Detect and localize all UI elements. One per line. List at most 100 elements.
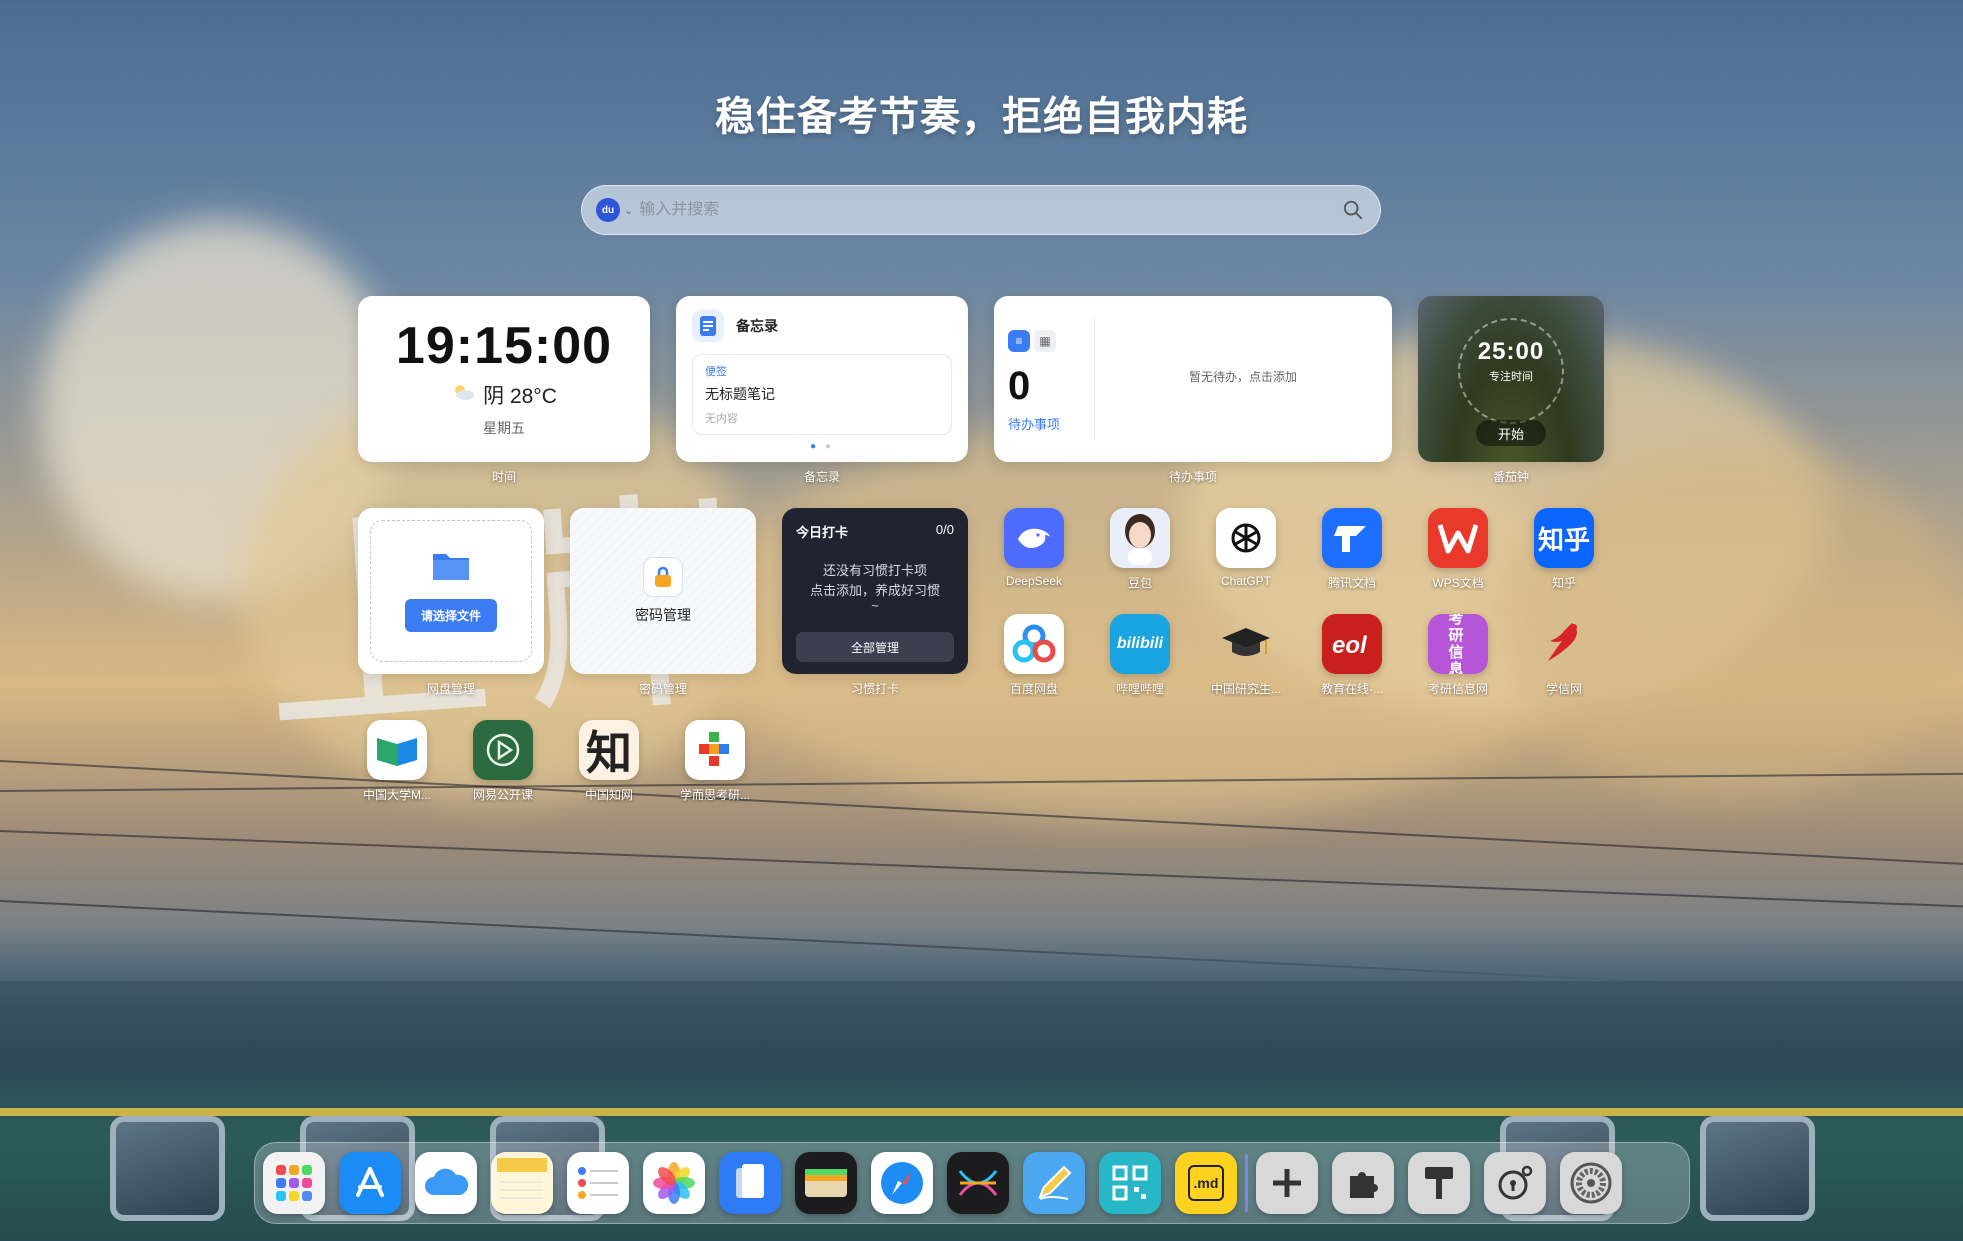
notes-icon[interactable] [491,1152,553,1214]
baidu-icon[interactable]: du [596,198,620,222]
app-name: 中国研究生... [1210,682,1281,696]
netdisk-widget[interactable]: 请选择文件 [358,508,544,674]
weather-display: 阴 28°C [358,380,650,410]
pomodoro-start-button[interactable]: 开始 [1476,420,1546,446]
play-triangle-icon [473,720,533,780]
app-name: 考研信息网 [1427,682,1488,696]
pomodoro-caption: 专注时间 [1489,371,1533,383]
app-bilibili[interactable]: bilibili 哔哩哔哩 [1104,614,1176,697]
app-zhihu[interactable]: 知乎 知乎 [1528,508,1600,591]
app-name: 学而思考研... [679,788,750,802]
app-store-icon[interactable] [339,1152,401,1214]
app-icourse-book[interactable]: 中国大学M... [361,720,433,803]
eol-icon: eol [1322,614,1382,674]
baidu-netdisk-icon [1004,614,1064,674]
app-baidu-netdisk[interactable]: 百度网盘 [998,614,1070,697]
app-name: WPS文档 [1432,576,1484,590]
habit-progress: 0/0 [935,522,954,537]
pomodoro-widget[interactable]: 25:00 专注时间 开始 [1418,296,1604,462]
widget-label-time: 时间 [491,470,516,484]
page-indicator[interactable]: ● ● [692,441,952,452]
wps-w-icon [1428,508,1488,568]
todo-widget[interactable]: ≡ ▦ 0 待办事项 暂无待办，点击添加 [994,296,1392,462]
bilibili-glyph: bilibili [1116,635,1164,652]
widget-label-pomodoro: 番茄钟 [1492,470,1529,484]
grid-view-icon[interactable]: ▦ [1034,330,1056,352]
app-name: 网易公开课 [472,788,533,802]
zhihu-glyph: 知乎 [1537,524,1590,555]
app-xueersi-blocks[interactable]: 学而思考研... [679,720,751,803]
choose-file-button[interactable]: 请选择文件 [404,599,497,632]
app-name: 豆包 [1127,576,1152,590]
dock: .md [254,1142,1690,1224]
memo-header: 备忘录 [736,318,778,334]
app-play-triangle[interactable]: 网易公开课 [467,720,539,803]
widget-label-habit: 习惯打卡 [850,682,899,696]
todo-count: 0 [1008,364,1031,408]
app-kaoyan-info[interactable]: 考研信息 考研信息网 [1422,614,1494,697]
app-wps-w[interactable]: WPS文档 [1422,508,1494,591]
app-deepseek-whale[interactable]: DeepSeek [998,508,1070,588]
system-settings-icon[interactable] [1560,1152,1622,1214]
habit-widget[interactable]: 今日打卡 0/0 还没有习惯打卡项 点击添加，养成好习惯 ~ 全部管理 [782,508,968,674]
safari-icon[interactable] [871,1152,933,1214]
chsi-bird-icon [1534,614,1594,674]
memo-note-card[interactable]: 便签 无标题笔记 无内容 [692,354,952,435]
lock-settings-icon[interactable] [1484,1152,1546,1214]
search-bar[interactable]: du ⌄ [581,185,1381,235]
wallet-icon[interactable] [795,1152,857,1214]
habit-message-line: 还没有习惯打卡项 [822,563,927,578]
chevron-down-icon[interactable]: ⌄ [624,204,633,217]
freeform-icon[interactable] [1023,1152,1085,1214]
app-doubao-avatar[interactable]: 豆包 [1104,508,1176,591]
kaoyan-info-glyph: 考研信息 [1448,614,1468,674]
password-widget[interactable]: 密码管理 [570,508,756,674]
list-view-icon[interactable]: ≡ [1008,330,1030,352]
widget-label-todo: 待办事项 [1168,470,1217,484]
brush-icon[interactable] [1408,1152,1470,1214]
reminders-icon[interactable] [567,1152,629,1214]
memo-note-body: 无内容 [705,413,738,425]
widget-label-memo: 备忘录 [803,470,840,484]
document-icon [692,310,724,342]
markdown-icon[interactable]: .md [1175,1152,1237,1214]
clock-display: 19:15:00 [395,317,613,375]
app-tencent-docs[interactable]: 腾讯文档 [1316,508,1388,591]
app-openai-knot[interactable]: ChatGPT [1210,508,1282,588]
qr-code-icon[interactable] [1099,1152,1161,1214]
app-eol[interactable]: eol 教育在线-... [1316,614,1388,697]
deepseek-whale-icon [1004,508,1064,568]
xueersi-blocks-icon [685,720,745,780]
folder-icon [431,550,471,587]
files-icon[interactable] [719,1152,781,1214]
manage-all-button[interactable]: 全部管理 [796,632,954,662]
perplexity-icon[interactable] [947,1152,1009,1214]
kaoyan-info-icon: 考研信息 [1428,614,1488,674]
time-widget[interactable]: 19:15:00 阴 28°C 星期五 [358,296,650,462]
app-name: DeepSeek [1005,574,1063,588]
page-title: 稳住备考节奏，拒绝自我内耗 [715,95,1248,139]
cloudy-icon [451,383,475,407]
cnki-icon: 知 [579,720,639,780]
app-name: 知乎 [1551,576,1576,590]
extensions-icon[interactable] [1332,1152,1394,1214]
memo-tag: 便签 [705,366,727,378]
launchpad-icon[interactable] [263,1152,325,1214]
widget-label-disk: 网盘管理 [426,682,475,696]
icloud-icon[interactable] [415,1152,477,1214]
search-input[interactable] [639,201,1340,219]
app-name: 教育在线-... [1321,682,1383,696]
add-icon[interactable] [1256,1152,1318,1214]
memo-note-title: 无标题笔记 [705,386,775,402]
photos-icon[interactable] [643,1152,705,1214]
cnki-glyph: 知 [586,726,632,780]
widget-label-password: 密码管理 [638,682,687,696]
habit-empty-message[interactable]: 还没有习惯打卡项 点击添加，养成好习惯 ~ [796,561,954,612]
app-chsi-bird[interactable]: 学信网 [1528,614,1600,697]
todo-empty-text[interactable]: 暂无待办，点击添加 [1094,368,1392,385]
app-graduation-cap[interactable]: 中国研究生... [1210,614,1282,697]
memo-widget[interactable]: 备忘录 便签 无标题笔记 无内容 ● ● [676,296,968,462]
app-name: 腾讯文档 [1327,576,1376,590]
app-cnki[interactable]: 知中国知网 [573,720,645,803]
search-icon[interactable] [1340,197,1366,223]
